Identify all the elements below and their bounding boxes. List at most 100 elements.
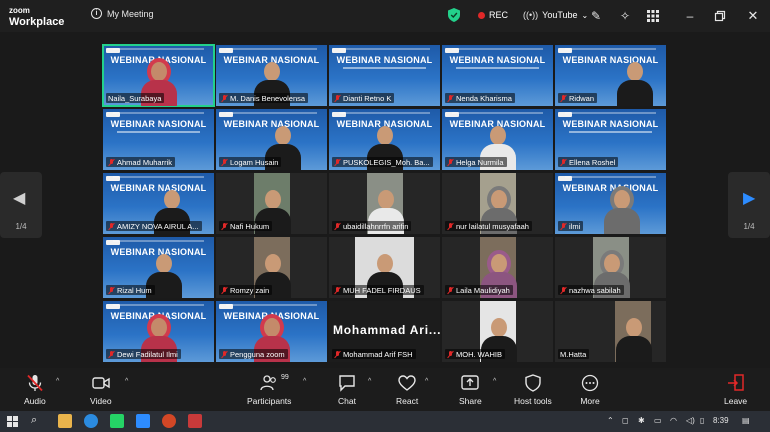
notifications-icon[interactable]: ▤	[742, 416, 750, 425]
minimize-icon[interactable]: –	[683, 9, 697, 23]
close-icon[interactable]: ✕	[746, 9, 760, 23]
video-tile[interactable]: WEBINAR NASIONAL Rizal Hum	[103, 237, 214, 298]
title-bar: zoom Workplace i My Meeting REC ((•)) Yo…	[0, 0, 770, 32]
whatsapp-icon[interactable]	[110, 414, 124, 428]
mic-muted-icon	[221, 158, 228, 166]
participant-name: Logam Husain	[230, 157, 279, 167]
chat-options-caret-icon[interactable]: ^	[368, 378, 371, 385]
participant-name: Rizal Hum	[117, 285, 152, 295]
apps-grid-icon[interactable]	[646, 9, 660, 23]
react-button[interactable]: React	[396, 374, 418, 406]
video-tile[interactable]: WEBINAR NASIONAL ilmi	[555, 173, 666, 234]
video-tile[interactable]: WEBINAR NASIONAL Dianti Retno K	[329, 45, 440, 106]
meeting-info-button[interactable]: i My Meeting	[91, 8, 154, 19]
video-tile[interactable]: WEBINAR NASIONAL M. Danis Benevolensa	[216, 45, 327, 106]
react-options-caret-icon[interactable]: ^	[425, 378, 428, 385]
participant-display-name: Mohammad Ari...	[333, 323, 440, 337]
video-tile[interactable]: WEBINAR NASIONAL Nenda Kharisma	[442, 45, 553, 106]
video-options-caret-icon[interactable]: ^	[125, 378, 128, 385]
participant-name-tag: Logam Husain	[219, 157, 282, 167]
video-button[interactable]: Video	[90, 374, 112, 406]
video-tile[interactable]: WEBINAR NASIONAL Dewi Fadilatul Ilmi	[103, 301, 214, 362]
video-tile[interactable]: WEBINAR NASIONAL Helga Nurmila	[442, 109, 553, 170]
clock-text[interactable]: 8:39	[713, 416, 729, 425]
participant-name-tag: Mohammad Arif FSH	[332, 349, 416, 359]
recording-indicator[interactable]: REC	[478, 10, 508, 20]
video-tile[interactable]: Laila Maulidiyah	[442, 237, 553, 298]
page-indicator: 1/4	[15, 222, 27, 231]
edge-browser-icon[interactable]	[84, 414, 98, 428]
video-tile[interactable]: WEBINAR NASIONAL Ridwan	[555, 45, 666, 106]
video-tile[interactable]: Nafi Hukum	[216, 173, 327, 234]
video-tile[interactable]: WEBINAR NASIONAL Pengguna zoom	[216, 301, 327, 362]
restore-window-icon[interactable]	[713, 9, 727, 23]
more-button[interactable]: More	[580, 374, 600, 406]
security-shield-icon[interactable]	[448, 8, 460, 22]
annotate-pen-icon[interactable]: ✎	[589, 9, 603, 23]
chat-label: Chat	[338, 396, 356, 406]
previous-page-button[interactable]: ◀ 1/4	[0, 172, 42, 238]
mic-muted-icon	[108, 222, 115, 230]
video-tile[interactable]: ubaidillahnrrfn arifin	[329, 173, 440, 234]
tray-app-icon[interactable]: ◻	[622, 416, 629, 425]
participant-name: Ellena Roshel	[569, 157, 616, 167]
video-tile[interactable]: WEBINAR NASIONAL Logam Husain	[216, 109, 327, 170]
video-tile[interactable]: Romzy zain	[216, 237, 327, 298]
video-tile[interactable]: WEBINAR NASIONAL Naila_Surabaya	[102, 44, 215, 107]
zoom-app-icon[interactable]	[136, 414, 150, 428]
participant-name-tag: nur lailatul musyafaah	[445, 221, 532, 231]
participant-name: MOH. WAHIB	[456, 349, 502, 359]
ai-sparkle-icon[interactable]: ✧	[618, 9, 632, 23]
participant-name: Ridwan	[569, 93, 595, 103]
participant-name: Dianti Retno K	[343, 93, 392, 103]
audio-options-caret-icon[interactable]: ^	[56, 378, 59, 385]
participant-name: Pengguna zoom	[230, 349, 285, 359]
livestream-menu[interactable]: ((•)) YouTube ⌄	[523, 10, 588, 20]
mic-muted-icon	[334, 158, 341, 166]
video-tile[interactable]: WEBINAR NASIONAL Ahmad Muharrik	[103, 109, 214, 170]
audio-button[interactable]: Audio	[24, 374, 46, 406]
mic-muted-icon	[108, 158, 115, 166]
powerpoint-icon[interactable]	[162, 414, 176, 428]
participant-name-tag: AMIZY NOVA AIRUL A...	[106, 221, 202, 231]
participants-icon	[260, 375, 277, 391]
volume-icon[interactable]: ◁)	[686, 416, 695, 425]
mic-muted-icon	[560, 158, 567, 166]
bluetooth-icon[interactable]: ✱	[638, 416, 645, 425]
video-tile[interactable]: nur lailatul musyafaah	[442, 173, 553, 234]
search-icon[interactable]: ⌕	[31, 414, 37, 427]
video-tile[interactable]: M.Hatta	[555, 301, 666, 362]
share-button[interactable]: Share	[459, 374, 482, 406]
windows-start-icon[interactable]	[7, 416, 18, 427]
participant-name-tag: PUSKOLEGIS_Moh. Ba...	[332, 157, 433, 167]
mic-muted-icon	[447, 286, 454, 294]
audio-label: Audio	[24, 396, 46, 406]
participant-name: AMIZY NOVA AIRUL A...	[117, 221, 199, 231]
battery-icon[interactable]: ▯	[700, 416, 704, 425]
video-tile[interactable]: MOH. WAHIB	[442, 301, 553, 362]
participant-name: ilmi	[569, 221, 581, 231]
participant-name: nur lailatul musyafaah	[456, 221, 529, 231]
video-tile[interactable]: MUH FADEL FIRDAUS	[329, 237, 440, 298]
video-tile[interactable]: WEBINAR NASIONAL Ellena Roshel	[555, 109, 666, 170]
leave-button[interactable]: Leave	[724, 374, 747, 406]
video-tile[interactable]: WEBINAR NASIONAL AMIZY NOVA AIRUL A...	[103, 173, 214, 234]
file-explorer-icon[interactable]	[58, 414, 72, 428]
chevron-up-icon[interactable]: ⌃	[607, 416, 614, 425]
participants-options-caret-icon[interactable]: ^	[303, 378, 306, 385]
video-tile[interactable]: nazhwa sabilah	[555, 237, 666, 298]
participant-name-tag: Laila Maulidiyah	[445, 285, 513, 295]
host-tools-button[interactable]: Host tools	[514, 374, 552, 406]
participant-name: Mohammad Arif FSH	[343, 349, 413, 359]
display-icon[interactable]: ▭	[654, 416, 662, 425]
chat-button[interactable]: Chat	[337, 374, 357, 406]
next-page-button[interactable]: ▶ 1/4	[728, 172, 770, 238]
mic-muted-icon	[560, 94, 567, 102]
participant-name: Nenda Kharisma	[456, 93, 512, 103]
video-tile[interactable]: WEBINAR NASIONAL PUSKOLEGIS_Moh. Ba...	[329, 109, 440, 170]
participants-count: 99	[281, 374, 289, 381]
app-icon[interactable]	[188, 414, 202, 428]
wifi-icon[interactable]: ◠	[670, 416, 677, 425]
video-tile[interactable]: Mohammad Ari... Mohammad Arif FSH	[329, 301, 440, 362]
share-options-caret-icon[interactable]: ^	[493, 378, 496, 385]
